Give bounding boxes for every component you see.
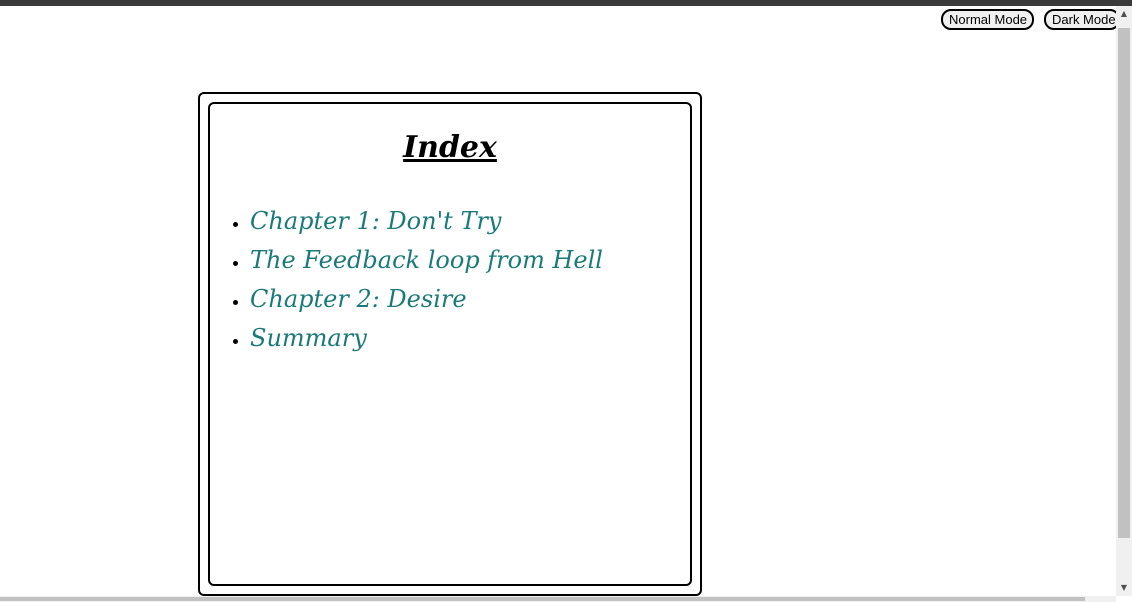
vertical-scrollbar[interactable]: ▲ ▼ bbox=[1116, 6, 1132, 596]
toc-link-feedback-loop[interactable]: The Feedback loop from Hell bbox=[250, 246, 603, 274]
toc-link-chapter-2[interactable]: Chapter 2: Desire bbox=[250, 285, 467, 313]
toc-link-summary[interactable]: Summary bbox=[250, 324, 367, 352]
toc-item-summary: Summary bbox=[250, 319, 603, 358]
toc-item-feedback-loop: The Feedback loop from Hell bbox=[250, 241, 603, 280]
index-title: Index bbox=[403, 130, 497, 165]
scroll-down-arrow-icon[interactable]: ▼ bbox=[1116, 580, 1132, 596]
vertical-scroll-thumb[interactable] bbox=[1118, 28, 1130, 538]
scroll-up-arrow-icon[interactable]: ▲ bbox=[1116, 6, 1132, 22]
index-card-inner: Index Chapter 1: Don't Try The Feedback … bbox=[208, 102, 692, 586]
index-card-outer: Index Chapter 1: Don't Try The Feedback … bbox=[198, 92, 702, 596]
toc-item-chapter-2: Chapter 2: Desire bbox=[250, 280, 603, 319]
toc-item-chapter-1: Chapter 1: Don't Try bbox=[250, 202, 603, 241]
horizontal-scrollbar[interactable] bbox=[0, 596, 1116, 602]
browser-top-bar bbox=[0, 0, 1132, 6]
normal-mode-button[interactable]: Normal Mode bbox=[941, 9, 1034, 30]
table-of-contents: Chapter 1: Don't Try The Feedback loop f… bbox=[230, 202, 603, 358]
toc-link-chapter-1[interactable]: Chapter 1: Don't Try bbox=[250, 207, 501, 235]
dark-mode-button[interactable]: Dark Mode bbox=[1044, 9, 1120, 30]
horizontal-scroll-thumb[interactable] bbox=[0, 597, 1085, 601]
